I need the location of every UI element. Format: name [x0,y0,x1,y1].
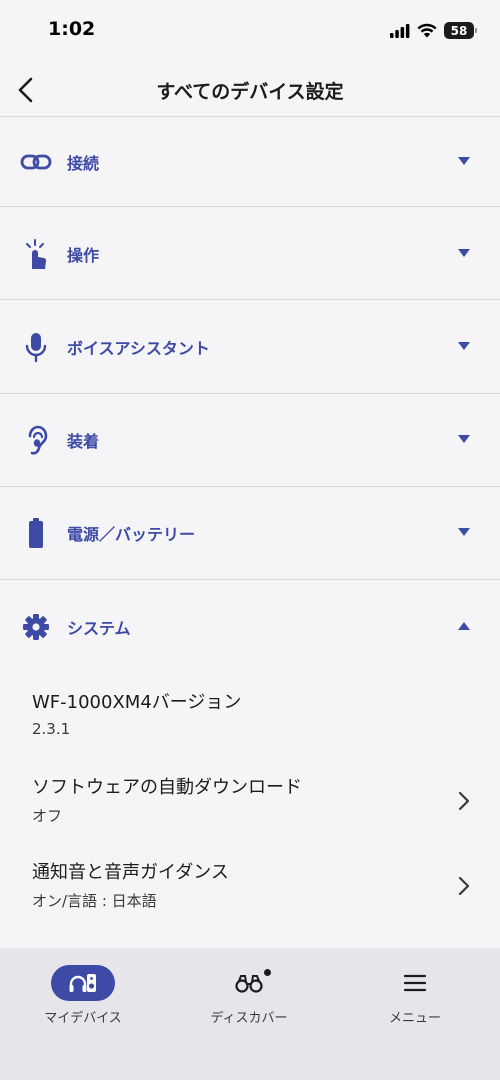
hamburger-menu-icon [403,974,427,992]
tab-label: マイデバイス [44,1011,122,1026]
tab-icon-container [383,965,447,1001]
chevron-right-icon [458,876,470,896]
tab-menu[interactable]: メニュー [332,948,498,1048]
setting-version: WF-1000XM4バージョン 2.3.1 [0,688,500,768]
status-icons: 58 [390,22,477,39]
bottom-tab-bar: マイデバイス ディスカバー メニュー [0,948,500,1080]
setting-title: ソフトウェアの自動ダウンロード [32,777,302,798]
caret-down-icon [458,157,470,165]
battery-indicator: 58 [444,22,477,39]
setting-title: WF-1000XM4バージョン [32,692,242,713]
microphone-icon [20,331,52,363]
section-label: 電源／バッテリー [67,525,196,544]
section-operation[interactable]: 操作 [0,208,500,300]
caret-down-icon [458,435,470,443]
battery-icon [20,517,52,549]
caret-down-icon [458,342,470,350]
gear-icon [20,611,52,643]
setting-notification-sounds[interactable]: 通知音と音声ガイダンス オン/言語 : 日本語 [0,858,500,938]
tab-icon-container [217,965,281,1001]
caret-down-icon [458,528,470,536]
section-power-battery[interactable]: 電源／バッテリー [0,487,500,579]
section-voice-assistant[interactable]: ボイスアシスタント [0,301,500,393]
chevron-right-icon [458,791,470,811]
tab-discover[interactable]: ディスカバー [166,948,332,1048]
tab-active-pill [51,965,115,1001]
binoculars-icon [235,975,263,993]
section-connection[interactable]: 接続 [0,116,500,208]
wifi-icon [417,23,437,38]
setting-auto-download[interactable]: ソフトウェアの自動ダウンロード オフ [0,773,500,853]
tab-label: メニュー [388,1011,441,1026]
status-time: 1:02 [48,18,96,40]
touch-icon [20,238,52,270]
notification-dot [264,969,271,976]
battery-level: 58 [450,23,468,38]
headphones-speaker-icon [69,974,96,992]
section-label: システム [67,619,131,638]
divider [0,299,500,300]
cellular-signal-icon [390,23,410,38]
status-bar: 1:02 58 [0,0,500,64]
section-wearing[interactable]: 装着 [0,394,500,486]
divider [0,206,500,207]
divider [0,579,500,580]
caret-down-icon [458,249,470,257]
tab-label: ディスカバー [210,1011,288,1026]
page-title: すべてのデバイス設定 [156,81,344,103]
setting-value: オン/言語 : 日本語 [32,892,157,910]
section-label: 操作 [67,246,100,265]
section-label: 装着 [67,432,100,451]
section-label: 接続 [67,154,100,173]
navigation-header: すべてのデバイス設定 [0,64,500,116]
caret-up-icon [458,622,470,630]
link-icon [20,146,52,178]
setting-value: 2.3.1 [32,720,71,738]
tab-my-device[interactable]: マイデバイス [0,948,166,1048]
section-label: ボイスアシスタント [67,339,210,358]
setting-value: オフ [32,807,63,825]
setting-title: 通知音と音声ガイダンス [32,862,229,883]
ear-icon [20,424,52,456]
section-system[interactable]: システム [0,581,500,673]
